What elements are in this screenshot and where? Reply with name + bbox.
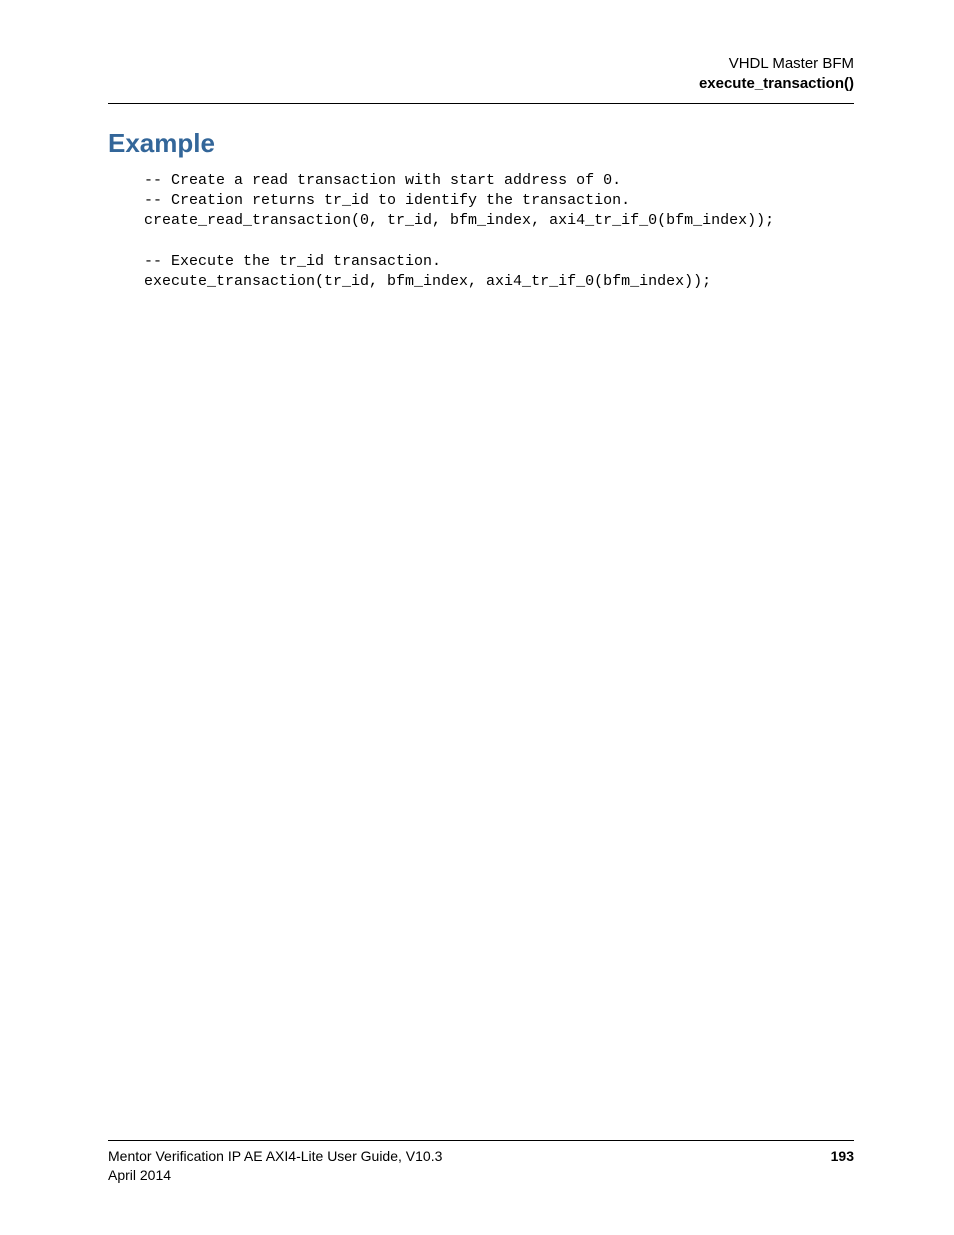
page-footer: Mentor Verification IP AE AXI4-Lite User… [108,1140,854,1185]
code-example: -- Create a read transaction with start … [144,171,854,293]
header-document-name: VHDL Master BFM [108,54,854,74]
header-topic: execute_transaction() [108,74,854,94]
footer-page-number: 193 [831,1147,854,1166]
footer-date: April 2014 [108,1166,442,1185]
footer-guide-title: Mentor Verification IP AE AXI4-Lite User… [108,1147,442,1166]
running-header: VHDL Master BFM execute_transaction() [108,54,854,104]
footer-row: Mentor Verification IP AE AXI4-Lite User… [108,1147,854,1185]
section-heading-example: Example [108,128,854,159]
footer-left: Mentor Verification IP AE AXI4-Lite User… [108,1147,442,1185]
page: VHDL Master BFM execute_transaction() Ex… [0,0,954,1235]
